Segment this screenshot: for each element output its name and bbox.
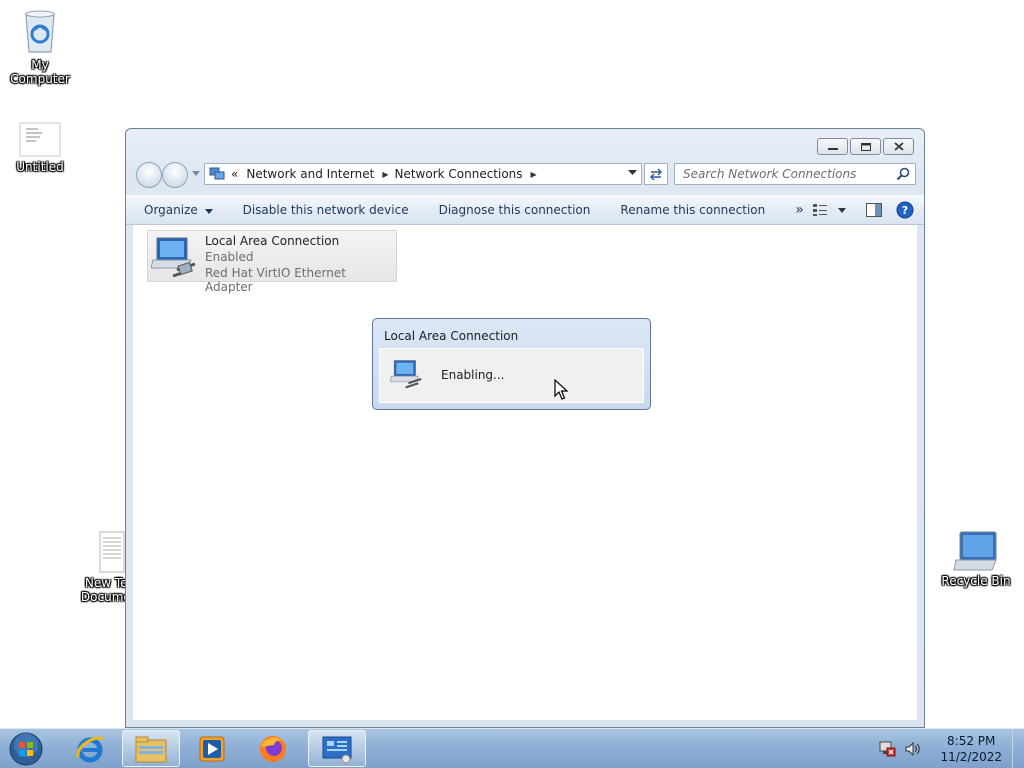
back-button[interactable] [136, 162, 162, 188]
rename-button[interactable]: Rename this connection [620, 203, 765, 217]
command-bar: Organize Disable this network device Dia… [126, 195, 924, 225]
text-file-icon [98, 530, 126, 574]
dialog-title: Local Area Connection [384, 329, 519, 343]
refresh-button[interactable] [644, 163, 668, 185]
connection-status: Enabled [205, 250, 254, 264]
view-options-button[interactable] [812, 203, 846, 217]
maximize-button[interactable] [850, 138, 881, 155]
address-row: « Network and Internet ▶ Network Connect… [134, 161, 916, 188]
minimize-button[interactable] [817, 138, 848, 155]
dialog-body: Enabling... [379, 348, 644, 403]
windows-start-orb-icon [9, 732, 43, 766]
search-placeholder: Search Network Connections [683, 167, 857, 181]
toolbar-right: ? [812, 201, 914, 219]
chevron-right-icon[interactable]: ▶ [531, 170, 537, 179]
change-view-icon [813, 204, 827, 216]
connection-adapter: Red Hat VirtIO Ethernet Adapter [205, 266, 346, 294]
desktop-icon-my-computer[interactable]: My Computer [0, 8, 80, 86]
internet-explorer-icon [76, 736, 104, 762]
clock-date: 11/2/2022 [940, 750, 1002, 764]
mouse-cursor-icon [554, 379, 568, 400]
search-icon[interactable] [896, 167, 910, 181]
folder-icon [135, 736, 167, 762]
maximize-icon [860, 142, 871, 151]
network-adapter-icon [151, 237, 196, 278]
volume-icon[interactable] [904, 741, 922, 757]
firefox-icon [260, 735, 286, 762]
preview-pane-icon[interactable] [866, 203, 882, 217]
minimize-icon [827, 147, 838, 150]
desktop-icon-untitled[interactable]: Untitled [0, 122, 80, 174]
recycle-bin-icon [20, 8, 60, 56]
breadcrumb-network-and-internet[interactable]: Network and Internet [246, 167, 374, 181]
desktop-icon-recycle-bin[interactable]: Recycle Bin [936, 530, 1016, 588]
help-icon[interactable]: ? [896, 201, 914, 219]
window-controls [817, 138, 914, 155]
address-dropdown-icon[interactable] [628, 170, 637, 176]
address-overflow[interactable]: « [231, 167, 238, 181]
close-button[interactable] [883, 138, 914, 155]
search-input[interactable]: Search Network Connections [674, 163, 916, 185]
taskbar-firefox[interactable] [244, 730, 302, 767]
computer-icon [952, 530, 1000, 572]
refresh-icon [649, 168, 663, 180]
show-desktop-button[interactable] [1012, 729, 1024, 768]
breadcrumb-network-connections[interactable]: Network Connections [394, 167, 522, 181]
chevron-right-icon[interactable]: ▶ [382, 170, 388, 179]
connections-list: Local Area Connection Enabled Red Hat Vi… [133, 225, 917, 720]
close-icon [893, 142, 904, 151]
connection-name: Local Area Connection [205, 234, 340, 248]
system-tray: 8:52 PM 11/2/2022 [878, 733, 1002, 765]
disable-device-button[interactable]: Disable this network device [243, 203, 409, 217]
recent-pages-dropdown-icon[interactable] [192, 171, 200, 177]
chevron-down-icon [204, 209, 213, 214]
desktop-icon-label: Untitled [16, 160, 64, 174]
desktop-icon-label: My Computer [10, 58, 70, 86]
system-clock[interactable]: 8:52 PM 11/2/2022 [940, 733, 1002, 765]
network-warning-icon[interactable] [878, 741, 896, 757]
document-icon [18, 122, 62, 158]
address-bar[interactable]: « Network and Internet ▶ Network Connect… [204, 163, 642, 185]
organize-menu[interactable]: Organize [144, 203, 213, 217]
desktop-icon-label: Recycle Bin [941, 574, 1011, 588]
svg-text:?: ? [902, 204, 908, 217]
network-connections-window[interactable]: « Network and Internet ▶ Network Connect… [125, 128, 925, 728]
chevron-down-icon [838, 207, 846, 213]
network-folder-icon [209, 167, 225, 180]
taskbar-control-panel[interactable] [308, 730, 366, 767]
network-adapter-icon [390, 360, 422, 389]
start-button[interactable] [6, 731, 46, 767]
diagnose-button[interactable]: Diagnose this connection [439, 203, 591, 217]
taskbar-windows-explorer[interactable] [122, 730, 180, 767]
taskbar-internet-explorer[interactable] [61, 730, 119, 767]
clock-time: 8:52 PM [947, 734, 996, 748]
control-panel-icon [322, 736, 352, 763]
forward-button[interactable] [162, 162, 188, 188]
enabling-dialog[interactable]: Local Area Connection Enabling... [372, 318, 651, 410]
taskbar-media-player[interactable] [183, 730, 241, 767]
connection-tile-local-area[interactable]: Local Area Connection Enabled Red Hat Vi… [147, 230, 397, 294]
organize-label: Organize [144, 203, 198, 217]
more-commands-button[interactable]: » [795, 202, 804, 218]
media-player-icon [199, 736, 225, 761]
dialog-message: Enabling... [441, 368, 505, 382]
taskbar: 8:52 PM 11/2/2022 [0, 728, 1024, 768]
